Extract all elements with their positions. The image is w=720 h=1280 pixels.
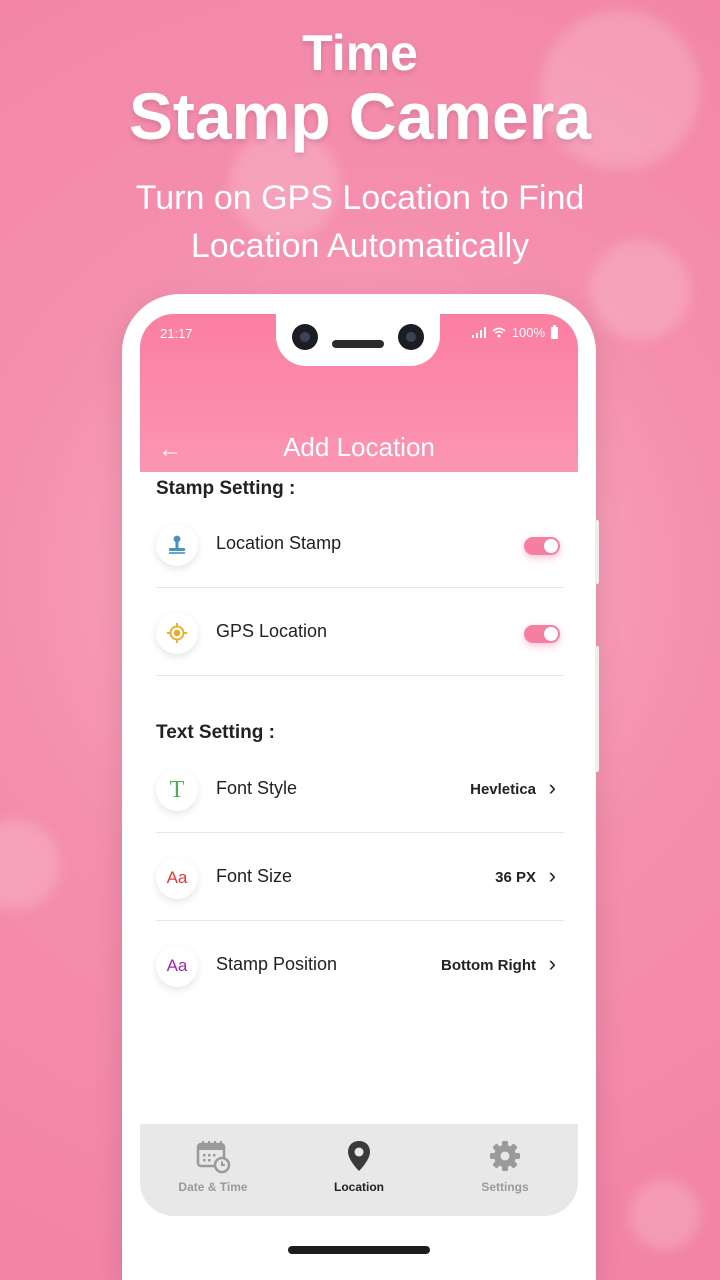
front-camera-left — [292, 324, 318, 350]
divider — [156, 675, 564, 676]
font-size-value: 36 PX — [495, 869, 536, 886]
page-title: Add Location — [283, 432, 435, 462]
font-size-icon: Aa — [156, 857, 198, 899]
chevron-right-icon: › — [548, 863, 556, 888]
promo-title-line2: Stamp Camera — [128, 79, 592, 153]
app-screen: 21:17 100% ← Add Location Stamp Setting … — [140, 314, 578, 1216]
nav-settings[interactable]: Settings — [432, 1124, 578, 1210]
stamp-position-row[interactable]: Aa Stamp Position Bottom Right › — [156, 921, 564, 1009]
nav-location[interactable]: Location — [286, 1124, 432, 1210]
gps-location-toggle[interactable] — [524, 625, 560, 643]
text-setting-title: Text Setting : — [156, 722, 275, 743]
bokeh-decoration — [630, 1180, 700, 1250]
bottom-navigation: Date & Time Location Settings — [140, 1124, 578, 1216]
phone-side-button — [595, 520, 599, 584]
promo-subtitle-line1: Turn on GPS Location to Find — [135, 179, 585, 217]
gear-icon — [490, 1141, 520, 1171]
font-size-label: Font Size — [216, 866, 293, 886]
calendar-clock-icon — [196, 1141, 231, 1174]
phone-side-button — [595, 646, 599, 772]
location-stamp-toggle[interactable] — [524, 537, 560, 555]
gps-location-row[interactable]: GPS Location — [156, 588, 564, 676]
bokeh-decoration — [0, 820, 60, 910]
stamp-position-glyph: Aa — [166, 956, 188, 975]
front-camera-right — [398, 324, 424, 350]
nav-location-label: Location — [334, 1180, 384, 1194]
promo-subtitle: Turn on GPS Location to Find Location Au… — [0, 174, 720, 270]
location-stamp-label: Location Stamp — [216, 533, 342, 553]
camera-notch — [276, 314, 440, 366]
stamp-setting-title: Stamp Setting : — [156, 478, 296, 499]
promo-title-line1: Time — [302, 25, 418, 81]
stamp-position-label: Stamp Position — [216, 954, 338, 974]
battery-text: 100% — [511, 325, 545, 340]
font-size-row[interactable]: Aa Font Size 36 PX › — [156, 833, 564, 921]
gps-target-icon — [156, 612, 198, 654]
nav-date-time-label: Date & Time — [178, 1180, 248, 1194]
home-indicator[interactable] — [288, 1246, 430, 1254]
font-style-icon: T — [156, 769, 198, 811]
chevron-right-icon: › — [548, 775, 556, 800]
wifi-icon — [492, 327, 506, 338]
font-size-glyph: Aa — [166, 868, 188, 887]
font-style-label: Font Style — [216, 778, 298, 798]
location-pin-icon — [348, 1141, 370, 1171]
status-time: 21:17 — [160, 326, 193, 341]
nav-settings-label: Settings — [481, 1180, 529, 1194]
gps-location-label: GPS Location — [216, 621, 328, 641]
battery-icon — [551, 324, 558, 339]
phone-frame: 21:17 100% ← Add Location Stamp Setting … — [122, 294, 599, 1280]
font-style-row[interactable]: T Font Style Hevletica › — [156, 745, 564, 833]
app-header: 21:17 100% ← Add Location — [140, 314, 578, 472]
font-style-value: Hevletica — [470, 781, 536, 798]
status-icons: 100% — [471, 324, 558, 340]
stamp-position-value: Bottom Right — [441, 957, 536, 974]
location-stamp-row[interactable]: Location Stamp — [156, 500, 564, 588]
chevron-right-icon: › — [548, 951, 556, 976]
stamp-position-icon: Aa — [156, 945, 198, 987]
promo-subtitle-line2: Location Automatically — [190, 227, 530, 265]
nav-date-time[interactable]: Date & Time — [140, 1124, 286, 1210]
earpiece-speaker — [332, 340, 384, 348]
signal-icon — [471, 327, 486, 338]
font-style-glyph: T — [169, 776, 185, 803]
stamp-icon — [156, 524, 198, 566]
